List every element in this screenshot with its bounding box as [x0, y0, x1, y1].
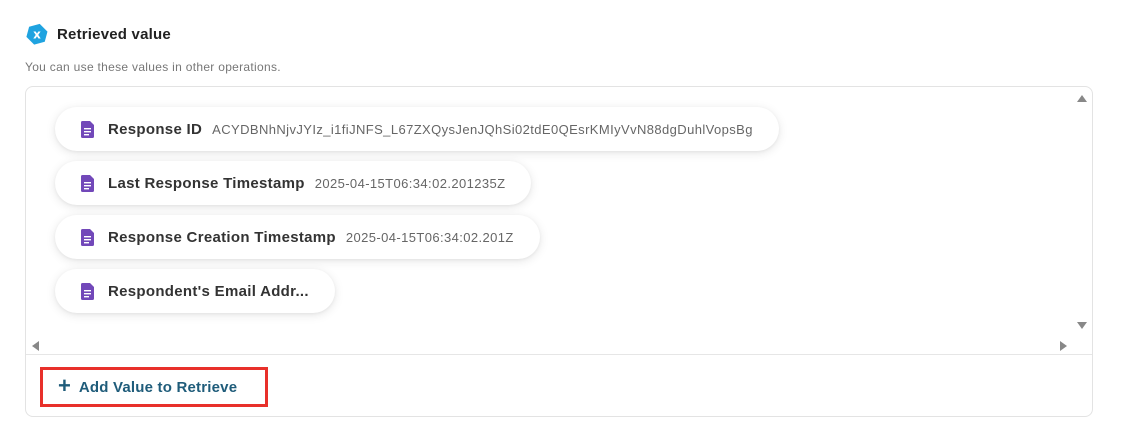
section-subtitle: You can use these values in other operat…: [25, 60, 281, 74]
variable-hex-icon: x: [26, 23, 48, 45]
value-chip-last-response-timestamp[interactable]: Last Response Timestamp 2025-04-15T06:34…: [55, 161, 532, 205]
section-title: Retrieved value: [57, 25, 171, 43]
value-label: Respondent's Email Addr...: [108, 282, 309, 300]
value-label: Last Response Timestamp: [108, 174, 305, 192]
value-text: 2025-04-15T06:34:02.201235Z: [314, 175, 506, 191]
plus-icon: +: [58, 373, 71, 398]
scroll-right-arrow-icon[interactable]: [1060, 341, 1067, 351]
retrieved-values-panel: Response ID ACYDBNhNjvJYIz_i1fiJNFS_L67Z…: [25, 86, 1093, 417]
values-scroll-area[interactable]: Response ID ACYDBNhNjvJYIz_i1fiJNFS_L67Z…: [26, 87, 1092, 355]
scroll-left-arrow-icon[interactable]: [32, 341, 39, 351]
google-forms-doc-icon: [81, 174, 94, 192]
value-label: Response ID: [108, 120, 203, 138]
value-text: ACYDBNhNjvJYIz_i1fiJNFS_L67ZXQysJenJQhSi…: [212, 121, 753, 137]
value-chip-response-id[interactable]: Response ID ACYDBNhNjvJYIz_i1fiJNFS_L67Z…: [55, 107, 779, 151]
section-header: x Retrieved value: [25, 22, 171, 46]
svg-text:x: x: [33, 28, 41, 42]
google-forms-doc-icon: [81, 282, 94, 300]
value-chip-respondent-email[interactable]: Respondent's Email Addr...: [55, 269, 335, 313]
google-forms-doc-icon: [81, 120, 94, 138]
scroll-down-arrow-icon[interactable]: [1077, 322, 1087, 329]
google-forms-doc-icon: [81, 228, 94, 246]
value-label: Response Creation Timestamp: [108, 228, 336, 246]
value-text: 2025-04-15T06:34:02.201Z: [345, 229, 514, 245]
scroll-up-arrow-icon[interactable]: [1077, 95, 1087, 102]
add-value-to-retrieve-button[interactable]: + Add Value to Retrieve: [40, 367, 268, 407]
value-chip-response-creation-timestamp[interactable]: Response Creation Timestamp 2025-04-15T0…: [55, 215, 540, 259]
add-value-label: Add Value to Retrieve: [78, 378, 238, 396]
